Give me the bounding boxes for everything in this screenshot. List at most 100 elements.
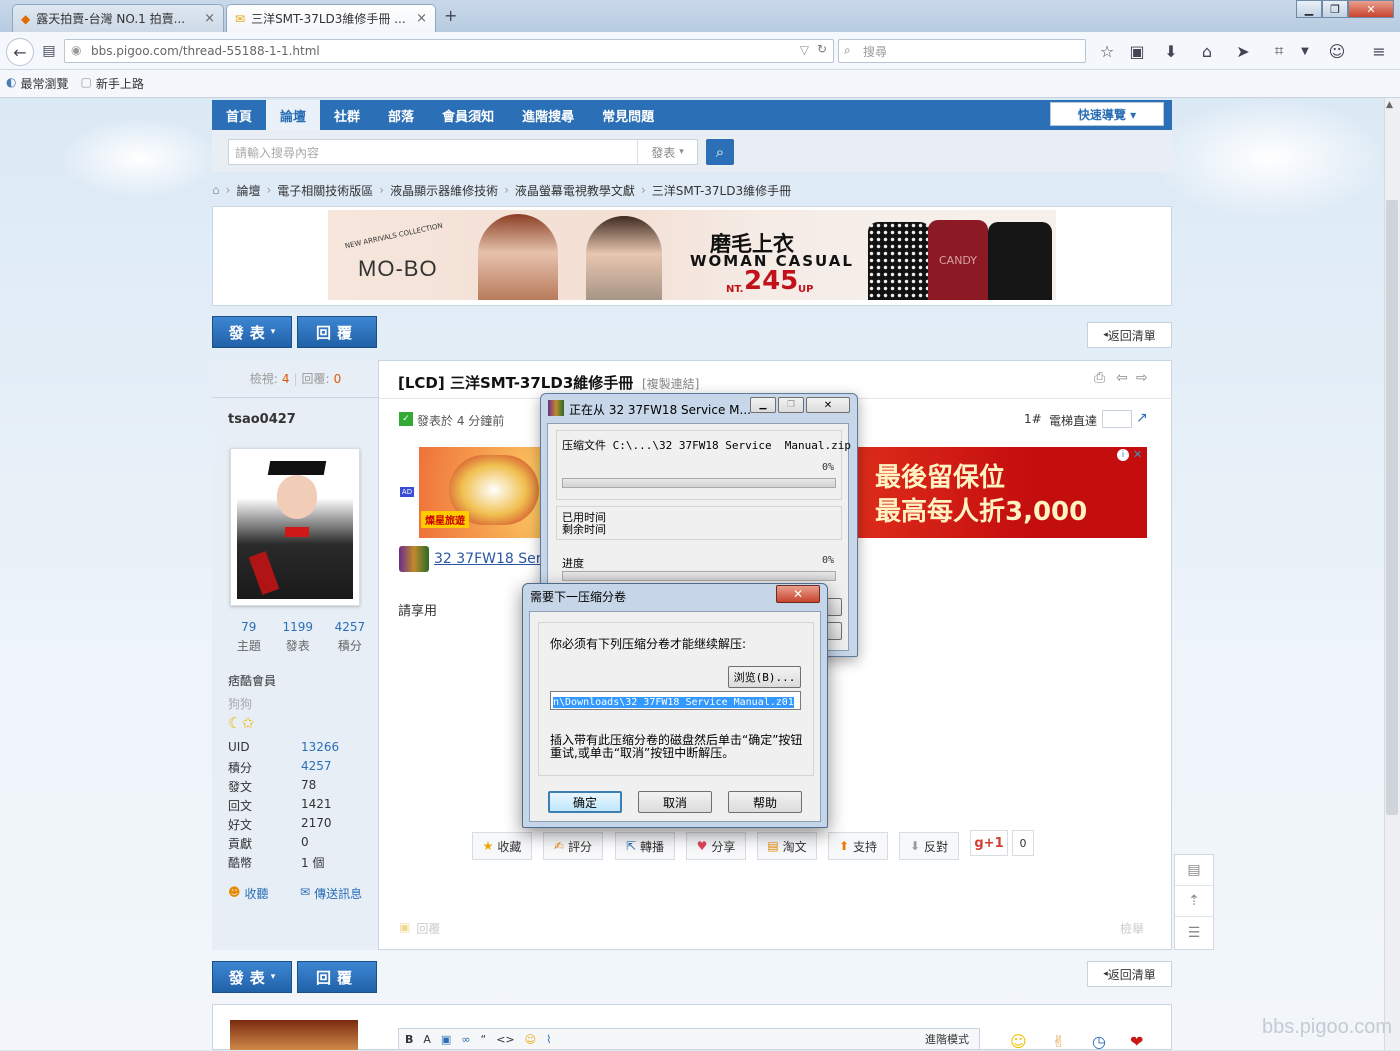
reply-button[interactable]: 回覆 bbox=[297, 316, 377, 348]
stat-posts[interactable]: 1199 發表 bbox=[282, 620, 313, 654]
nav-community[interactable]: 社群 bbox=[320, 100, 374, 130]
attach-icon[interactable]: ⌇ bbox=[546, 1033, 551, 1046]
new-tab-button[interactable]: + bbox=[444, 6, 457, 25]
lips-icon[interactable]: ❤ bbox=[1130, 1032, 1143, 1051]
rate-button[interactable]: ✍ 評分 bbox=[543, 832, 603, 860]
favorite-button[interactable]: ★ 收藏 bbox=[472, 832, 532, 860]
ad-close-icon[interactable]: ✕ bbox=[1133, 448, 1142, 461]
tab-pigoo[interactable]: ✉ 三洋SMT-37LD3維修手冊 ... × bbox=[226, 4, 436, 32]
image-icon[interactable]: ▣ bbox=[441, 1033, 451, 1046]
print-icon[interactable]: ⎙ bbox=[1094, 370, 1105, 386]
quote-icon[interactable]: “ bbox=[481, 1033, 487, 1046]
share-button[interactable]: ♥ 分享 bbox=[686, 832, 746, 860]
follow-link[interactable]: ☻ 收聽 bbox=[228, 885, 269, 902]
clock-icon[interactable]: ◷ bbox=[1092, 1032, 1106, 1051]
nav-forum[interactable]: 論壇 bbox=[266, 100, 321, 130]
copy-link[interactable]: [複製連結] bbox=[642, 375, 699, 392]
crumb-electronics[interactable]: 電子相關技術版區 bbox=[277, 182, 373, 199]
fashion-banner-ad[interactable]: NEW ARRIVALS COLLECTION MO-BO 磨毛上衣 WOMAN… bbox=[328, 210, 1056, 300]
peace-icon[interactable]: ✌ bbox=[1052, 1032, 1065, 1051]
send-icon[interactable]: ➤ bbox=[1232, 40, 1254, 62]
nav-faq[interactable]: 常見問題 bbox=[588, 100, 668, 130]
oppose-button[interactable]: ⬇ 反對 bbox=[899, 832, 959, 860]
scrollbar-thumb[interactable] bbox=[1386, 200, 1398, 815]
minimize-button[interactable]: ▁ bbox=[1296, 0, 1322, 18]
nav-advanced-search[interactable]: 進階搜尋 bbox=[508, 100, 588, 130]
back-to-top-icon[interactable]: ⇡ bbox=[1175, 886, 1213, 917]
bookmark-most-visited[interactable]: ◐ 最常瀏覽 bbox=[6, 75, 69, 92]
home-icon[interactable]: ⌂ bbox=[1196, 40, 1218, 62]
screenshot-icon[interactable]: ⌗ bbox=[1268, 40, 1290, 62]
chat-icon[interactable]: ☺ bbox=[1326, 40, 1348, 62]
code-icon[interactable]: <> bbox=[496, 1033, 514, 1046]
cancel-button[interactable]: 取消 bbox=[638, 791, 712, 813]
comment-icon[interactable]: ▤ bbox=[1175, 855, 1213, 886]
stat-threads[interactable]: 79 主題 bbox=[237, 620, 261, 654]
extract-dialog-button[interactable] bbox=[826, 598, 842, 616]
list-icon[interactable]: ☰ bbox=[1175, 917, 1213, 948]
site-search-input[interactable]: 請輸入搜尋內容 bbox=[228, 139, 698, 165]
dropdown-icon[interactable]: ▽ bbox=[800, 43, 809, 57]
dialog-minimize-button[interactable]: ▁ bbox=[750, 397, 776, 413]
dialog-close-button[interactable]: ✕ bbox=[806, 397, 850, 413]
reading-list-icon[interactable]: ▣ bbox=[1126, 40, 1148, 62]
ok-button[interactable]: 确定 bbox=[548, 791, 622, 813]
volume-dialog-close-button[interactable]: ✕ bbox=[776, 585, 820, 603]
reload-icon[interactable]: ↻ bbox=[817, 42, 827, 56]
home-icon[interactable]: ⌂ bbox=[212, 183, 220, 197]
support-button[interactable]: ⬆ 支持 bbox=[828, 832, 888, 860]
volume-path-input[interactable]: n\Downloads\32 37FW18 Service Manual.z01 bbox=[550, 691, 801, 710]
font-color-icon[interactable]: A bbox=[423, 1033, 431, 1046]
back-icon[interactable]: ← bbox=[6, 38, 34, 66]
crumb-lcd-repair[interactable]: 液晶顯示器維修技術 bbox=[390, 182, 498, 199]
save-post-button[interactable]: ▤ 淘文 bbox=[757, 832, 817, 860]
chevron-down-icon[interactable]: ▼ bbox=[1294, 40, 1316, 62]
extract-dialog-button[interactable] bbox=[826, 622, 842, 640]
crumb-thread[interactable]: 三洋SMT-37LD3維修手冊 bbox=[652, 182, 791, 199]
tab-close-icon[interactable]: × bbox=[416, 11, 427, 26]
prev-thread-icon[interactable]: ⇦ bbox=[1116, 370, 1128, 386]
crumb-lcd-docs[interactable]: 液晶螢幕電視教學文獻 bbox=[515, 182, 635, 199]
report-link[interactable]: 檢舉 bbox=[1120, 920, 1144, 937]
back-to-list-button-bottom[interactable]: ◂ 返回清單 bbox=[1087, 961, 1172, 987]
bookmarks-sidebar-icon[interactable]: ▤ bbox=[38, 40, 60, 62]
close-window-button[interactable]: ✕ bbox=[1348, 0, 1394, 18]
reply-button-bottom[interactable]: 回覆 bbox=[297, 961, 377, 993]
nav-blog[interactable]: 部落 bbox=[374, 100, 428, 130]
jump-icon[interactable]: ↗ bbox=[1136, 410, 1148, 426]
google-plus-button[interactable]: g+1 bbox=[970, 830, 1008, 856]
attachment-link[interactable]: 32 37FW18 Serv bbox=[434, 551, 550, 567]
nav-home[interactable]: 首頁 bbox=[212, 100, 266, 130]
nav-member-rules[interactable]: 會員須知 bbox=[428, 100, 508, 130]
floor-input[interactable] bbox=[1102, 410, 1132, 428]
crumb-forum[interactable]: 論壇 bbox=[236, 182, 260, 199]
tab-close-icon[interactable]: × bbox=[204, 11, 215, 26]
back-to-list-button[interactable]: ◂ 返回清單 bbox=[1087, 322, 1172, 348]
adchoices-icon[interactable]: i bbox=[1117, 449, 1129, 461]
reply-hint[interactable]: ▣ 回覆 bbox=[399, 920, 440, 937]
help-button[interactable]: 帮助 bbox=[728, 791, 802, 813]
field-value[interactable]: 4257 bbox=[301, 759, 332, 778]
repost-button[interactable]: ⇱ 轉播 bbox=[615, 832, 675, 860]
tab-ruten[interactable]: ◆ 露天拍賣-台灣 NO.1 拍賣... × bbox=[12, 4, 224, 32]
search-scope-select[interactable]: 發表 ▾ bbox=[637, 140, 697, 164]
maximize-button[interactable]: ❐ bbox=[1322, 0, 1348, 18]
scroll-up-icon[interactable]: ▲ bbox=[1386, 100, 1393, 110]
author-name[interactable]: tsao0427 bbox=[228, 412, 296, 427]
link-icon[interactable]: ∞ bbox=[461, 1033, 470, 1046]
avatar[interactable] bbox=[230, 448, 360, 606]
advanced-mode-link[interactable]: 進階模式 bbox=[925, 1031, 969, 1047]
send-message-link[interactable]: ✉ 傳送訊息 bbox=[300, 885, 362, 902]
bold-icon[interactable]: B bbox=[405, 1033, 413, 1046]
bookmark-star-icon[interactable]: ☆ bbox=[1096, 40, 1118, 62]
quick-nav-button[interactable]: 快速導覽 ▾ bbox=[1050, 102, 1164, 126]
new-post-button-bottom[interactable]: 發表 ▾ bbox=[212, 961, 292, 993]
new-post-button[interactable]: 發表 ▾ bbox=[212, 316, 292, 348]
emoji-icon[interactable]: ☺ bbox=[525, 1033, 536, 1046]
field-value[interactable]: 13266 bbox=[301, 740, 339, 759]
smiley-icon[interactable]: ☺ bbox=[1010, 1032, 1027, 1051]
menu-icon[interactable]: ≡ bbox=[1368, 40, 1390, 62]
url-bar[interactable]: ◉ bbs.pigoo.com/thread-55188-1-1.html ▽ … bbox=[64, 39, 834, 63]
stat-points[interactable]: 4257 積分 bbox=[335, 620, 366, 654]
next-thread-icon[interactable]: ⇨ bbox=[1136, 370, 1148, 386]
